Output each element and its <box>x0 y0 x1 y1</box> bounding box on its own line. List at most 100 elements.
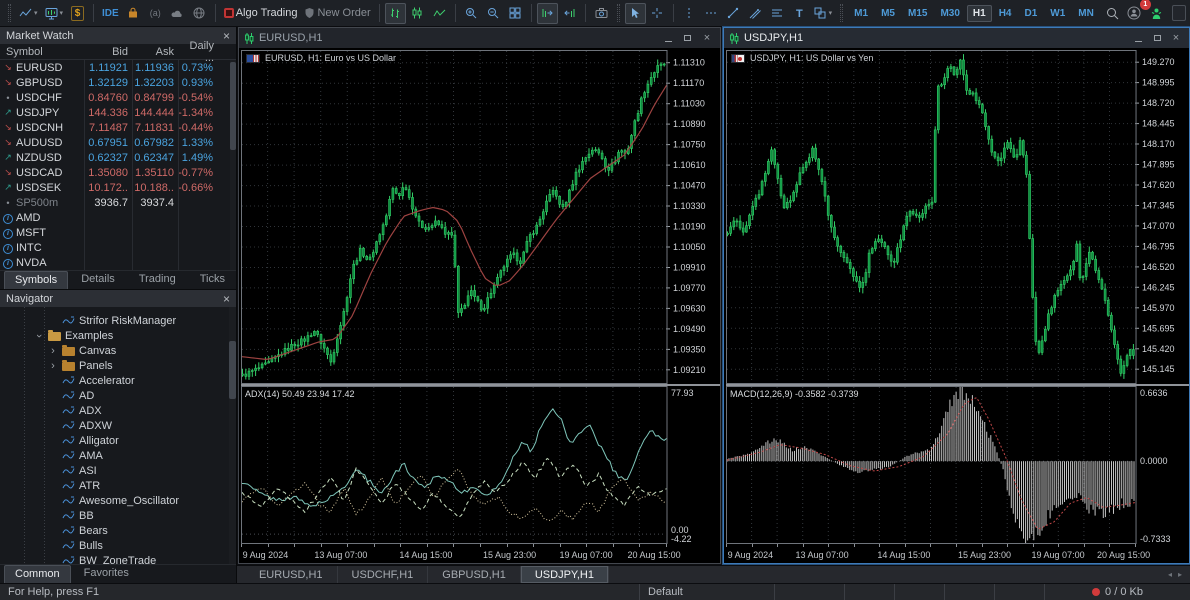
close-button[interactable]: × <box>699 32 715 45</box>
timeframe-h4[interactable]: H4 <box>993 5 1018 22</box>
timeframe-mn[interactable]: MN <box>1072 5 1100 22</box>
usdjpy-candlestick-chart[interactable]: 149.270148.995148.720148.445148.170147.8… <box>726 50 1189 384</box>
timeframe-m30[interactable]: M30 <box>934 5 965 22</box>
tree-item-adx[interactable]: ADX <box>0 403 236 418</box>
market-watch-row[interactable]: •SP500m3936.73937.4 <box>0 195 236 210</box>
toolbar-search-input[interactable] <box>1172 5 1186 21</box>
horizontal-line-button[interactable] <box>701 3 722 24</box>
timeframe-m15[interactable]: M15 <box>902 5 933 22</box>
tree-item-alligator[interactable]: Alligator <box>0 433 236 448</box>
scrollbar-thumb[interactable] <box>229 341 236 399</box>
tree-item-atr[interactable]: ATR <box>0 478 236 493</box>
chart-tab-usdjpy-h1[interactable]: USDJPY,H1 <box>521 566 609 583</box>
scroll-left-icon[interactable]: ◂ <box>1168 570 1172 579</box>
tab-details[interactable]: Details <box>70 270 126 289</box>
chart-tab-usdchf-h1[interactable]: USDCHF,H1 <box>338 566 429 583</box>
toolbar-grip[interactable] <box>840 4 843 22</box>
window-titlebar[interactable]: EURUSD,H1 × <box>239 28 720 48</box>
metaeditor-button[interactable]: IDE <box>99 3 122 24</box>
chart-window-usdjpy[interactable]: USDJPY,H1 × 149.270148.995148.720148.445… <box>723 27 1190 564</box>
tab-favorites[interactable]: Favorites <box>73 564 140 583</box>
navigator-header[interactable]: Navigator × <box>0 290 236 307</box>
channel-button[interactable] <box>745 3 766 24</box>
maximize-button[interactable] <box>680 32 696 45</box>
cursor-button[interactable] <box>625 3 646 24</box>
market-watch-row[interactable]: ↘AUDUSD0.679510.679821.33% <box>0 135 236 150</box>
timeframe-w1[interactable]: W1 <box>1044 5 1071 22</box>
tree-item-ama[interactable]: AMA <box>0 448 236 463</box>
auto-scroll-button[interactable] <box>537 3 558 24</box>
zoom-in-button[interactable] <box>461 3 482 24</box>
tree-item-bears[interactable]: Bears <box>0 523 236 538</box>
chart-tab-gbpusd-h1[interactable]: GBPUSD,H1 <box>428 566 521 583</box>
line-chart-mode-button[interactable] <box>429 3 450 24</box>
shapes-button[interactable]: ▾ <box>811 3 836 24</box>
tab-ticks[interactable]: Ticks <box>189 270 236 289</box>
connection-status[interactable]: 0 / 0 Kb <box>1045 584 1190 600</box>
vertical-line-button[interactable] <box>679 3 700 24</box>
scroll-right-icon[interactable]: ▸ <box>1178 570 1182 579</box>
text-tool-button[interactable]: T <box>789 3 810 24</box>
column-header-bid[interactable]: Bid <box>84 46 132 58</box>
deposit-button[interactable]: $ <box>67 3 88 24</box>
crosshair-button[interactable] <box>647 3 668 24</box>
tree-item-panels[interactable]: ›Panels <box>0 358 236 373</box>
chevron-right-icon[interactable]: › <box>48 346 58 356</box>
timeframe-m1[interactable]: M1 <box>848 5 874 22</box>
market-watch-row[interactable]: ↗NZDUSD0.623270.623471.49% <box>0 150 236 165</box>
timeframe-d1[interactable]: D1 <box>1018 5 1043 22</box>
tree-item-strifor-riskmanager[interactable]: Strifor RiskManager <box>0 313 236 328</box>
timeframe-h1[interactable]: H1 <box>967 5 992 22</box>
tree-item-adxw[interactable]: ADXW <box>0 418 236 433</box>
vps-button[interactable] <box>189 3 210 24</box>
market-button[interactable] <box>123 3 144 24</box>
market-watch-row[interactable]: ↗USDJPY144.336144.444-1.34% <box>0 105 236 120</box>
tab-symbols[interactable]: Symbols <box>4 271 68 289</box>
price-chart-pane[interactable]: 1.113101.111701.110301.108901.107501.106… <box>241 50 720 384</box>
tree-item-bulls[interactable]: Bulls <box>0 538 236 553</box>
fibonacci-button[interactable] <box>767 3 788 24</box>
market-watch-row[interactable]: iNVDA <box>0 255 236 270</box>
candlestick-mode-button[interactable] <box>407 3 428 24</box>
market-watch-row[interactable]: ↘USDCNH7.114877.11831-0.44% <box>0 120 236 135</box>
chevron-down-icon[interactable]: › <box>34 331 44 341</box>
chevron-right-icon[interactable]: › <box>48 361 58 371</box>
tree-item-accelerator[interactable]: Accelerator <box>0 373 236 388</box>
column-header-ask[interactable]: Ask <box>132 46 178 58</box>
close-icon[interactable]: × <box>223 31 230 41</box>
notifications-button[interactable]: 1 <box>1124 3 1145 24</box>
bar-chart-mode-button[interactable] <box>385 3 406 24</box>
minimize-button[interactable] <box>1130 32 1146 45</box>
navigator-scrollbar[interactable] <box>229 307 236 564</box>
market-watch-scrollbar[interactable] <box>230 60 236 270</box>
scrollbar-thumb[interactable] <box>230 62 236 150</box>
cloud-button[interactable] <box>167 3 188 24</box>
eurusd-candlestick-chart[interactable]: 1.113101.111701.110301.108901.107501.106… <box>241 50 720 384</box>
new-chart-button[interactable]: ▾ <box>16 3 41 24</box>
timeframe-m5[interactable]: M5 <box>875 5 901 22</box>
chevron-down-icon[interactable]: ▾ <box>60 9 64 17</box>
chart-shift-button[interactable] <box>559 3 580 24</box>
toolbar-grip[interactable] <box>617 4 620 22</box>
maximize-button[interactable] <box>1149 32 1165 45</box>
market-watch-row[interactable]: ↗USDSEK10.172..10.188..-0.66% <box>0 180 236 195</box>
new-order-button[interactable]: New Order <box>301 3 373 24</box>
search-button[interactable] <box>1102 3 1123 24</box>
market-watch-row[interactable]: •USDCHF0.847600.84799-0.54% <box>0 90 236 105</box>
tab-common[interactable]: Common <box>4 565 71 583</box>
tree-item-bw-zonetrade[interactable]: BW_ZoneTrade <box>0 553 236 564</box>
chart-profiles-button[interactable]: ▾ <box>42 3 67 24</box>
tree-item-bb[interactable]: BB <box>0 508 236 523</box>
chevron-down-icon[interactable]: ▾ <box>829 9 833 17</box>
market-watch-row[interactable]: iMSFT <box>0 225 236 240</box>
close-icon[interactable]: × <box>223 294 230 304</box>
tree-item-asi[interactable]: ASI <box>0 463 236 478</box>
close-button[interactable]: × <box>1168 32 1184 45</box>
signals-button[interactable]: (a) <box>145 3 166 24</box>
tile-windows-button[interactable] <box>505 3 526 24</box>
tab-trading[interactable]: Trading <box>128 270 187 289</box>
market-watch-row[interactable]: ↘USDCAD1.350801.35110-0.77% <box>0 165 236 180</box>
macd-indicator-chart[interactable]: 0.66360.0000-0.7333 <box>726 386 1189 544</box>
indicator-pane[interactable]: 0.66360.0000-0.7333 MACD(12,26,9) -0.358… <box>726 386 1189 544</box>
market-watch-row[interactable]: ↘EURUSD1.119211.119360.73% <box>0 60 236 75</box>
